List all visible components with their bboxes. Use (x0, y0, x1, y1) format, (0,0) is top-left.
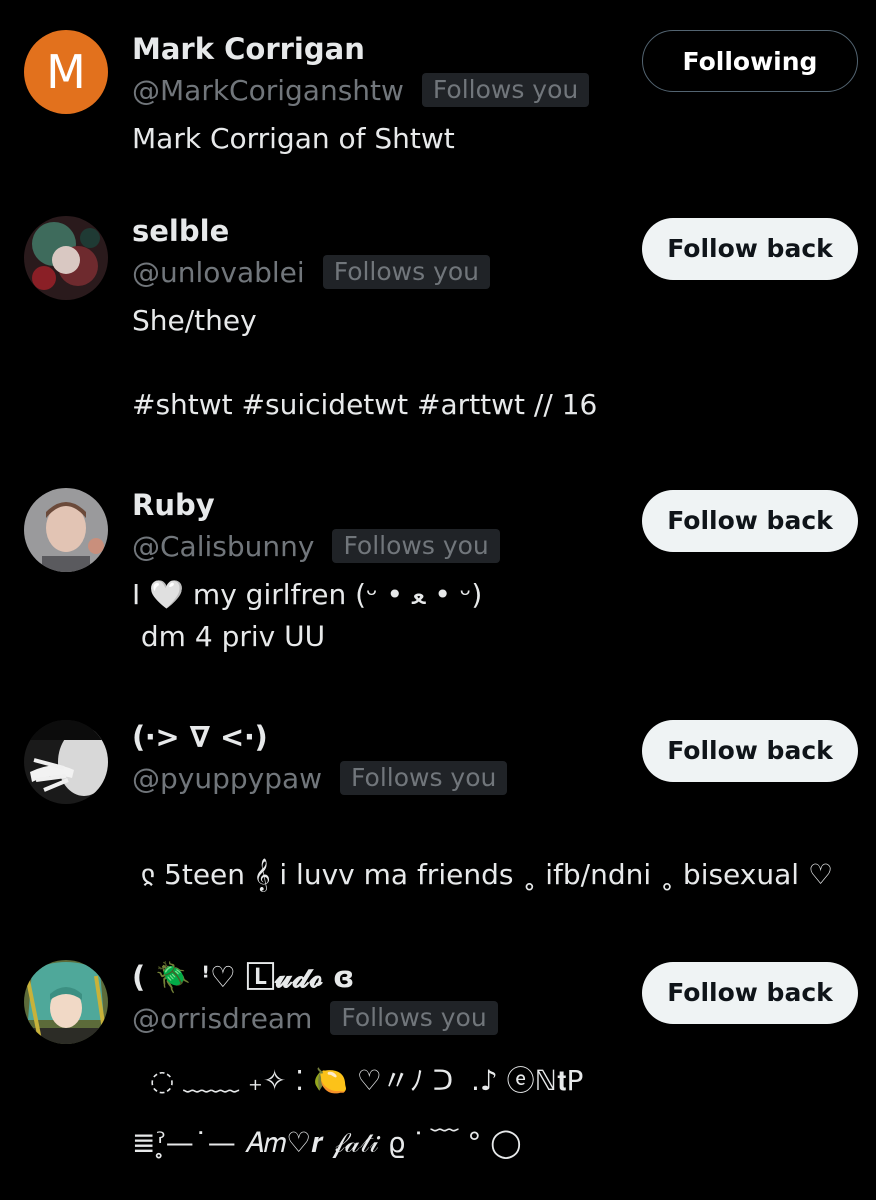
avatar[interactable] (24, 720, 108, 804)
user-row[interactable]: ( 🪲 ꜝ♡ 🄻𝓾𝓭𝓸 ɞ @orrisdream Follows you ◌ … (0, 956, 876, 1176)
user-handle[interactable]: @unlovablei (132, 256, 305, 289)
avatar-image (24, 216, 108, 300)
follow-back-button[interactable]: Follow back (642, 490, 858, 552)
avatar-image (24, 488, 108, 572)
user-row[interactable]: M Mark Corrigan @MarkCoriganshtw Follows… (0, 24, 876, 184)
follow-back-button[interactable]: Follow back (642, 962, 858, 1024)
user-row[interactable]: (‧> ∇ <‧) @pyuppypaw Follows you ჺ 5teen… (0, 716, 876, 906)
avatar[interactable] (24, 488, 108, 572)
follows-you-badge: Follows you (332, 529, 500, 563)
user-handle[interactable]: @Calisbunny (132, 530, 314, 563)
user-bio: ჺ 5teen 𝄞 i luvv ma friends ˳ ifb/ndni ˳… (140, 858, 834, 891)
avatar[interactable] (24, 960, 108, 1044)
user-bio: I 🤍 my girlfren (ᵕ • ﻌ • ᵕ) dm 4 priv ᑌᑌ (132, 578, 483, 653)
avatar[interactable] (24, 216, 108, 300)
follows-you-badge: Follows you (340, 761, 508, 795)
follow-back-button[interactable]: Follow back (642, 720, 858, 782)
follows-you-badge: Follows you (322, 255, 491, 289)
user-row[interactable]: Ruby @Calisbunny Follows you I 🤍 my girl… (0, 486, 876, 666)
following-button[interactable]: Following (642, 30, 858, 92)
user-bio: ◌ ﹏﹏ ₊✧ ⁚ 🍋 ♡〃ﾉ ᑐ .♪ ⓔℕ𝐭P ≣ˀ̥—˙— 𝐴𝑚♡𝒓 𝒻𝒶… (132, 1064, 584, 1159)
avatar-image (24, 960, 108, 1044)
follow-back-button[interactable]: Follow back (642, 218, 858, 280)
avatar-image (24, 720, 108, 804)
user-bio: She/they #shtwt #suicidetwt #arttwt // 1… (132, 304, 598, 421)
user-bio: Mark Corrigan of Shtwt (132, 122, 455, 155)
user-handle[interactable]: @orrisdream (132, 1002, 312, 1035)
avatar[interactable]: M (24, 30, 108, 114)
user-handle[interactable]: @MarkCoriganshtw (132, 74, 404, 107)
user-handle[interactable]: @pyuppypaw (132, 762, 322, 795)
user-row[interactable]: selble @unlovablei Follows you She/they … (0, 212, 876, 452)
follows-you-badge: Follows you (421, 73, 590, 107)
follows-you-badge: Follows you (330, 1001, 498, 1035)
